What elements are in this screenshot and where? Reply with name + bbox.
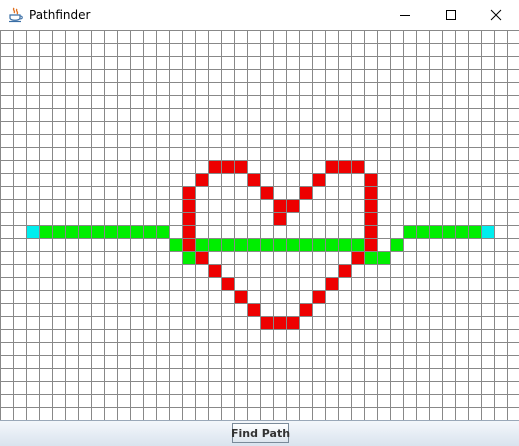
find-path-button[interactable]: Find Path — [231, 423, 290, 443]
path-cell[interactable] — [416, 225, 429, 238]
path-cell[interactable] — [65, 225, 78, 238]
wall-cell[interactable] — [221, 160, 234, 173]
close-button[interactable] — [473, 0, 519, 30]
wall-cell[interactable] — [182, 225, 195, 238]
wall-cell[interactable] — [208, 264, 221, 277]
path-cell[interactable] — [156, 225, 169, 238]
path-cell[interactable] — [377, 251, 390, 264]
path-cell[interactable] — [286, 238, 299, 251]
wall-cell[interactable] — [299, 303, 312, 316]
wall-cell[interactable] — [364, 173, 377, 186]
wall-cell[interactable] — [195, 251, 208, 264]
wall-cell[interactable] — [182, 199, 195, 212]
path-cell[interactable] — [390, 238, 403, 251]
path-cell[interactable] — [247, 238, 260, 251]
java-cup-icon — [8, 7, 23, 23]
wall-cell[interactable] — [286, 316, 299, 329]
path-cell[interactable] — [403, 225, 416, 238]
minimize-button[interactable] — [382, 0, 428, 30]
path-cell[interactable] — [52, 225, 65, 238]
wall-cell[interactable] — [325, 160, 338, 173]
path-cell[interactable] — [234, 238, 247, 251]
path-cell[interactable] — [117, 225, 130, 238]
wall-cell[interactable] — [351, 251, 364, 264]
path-cell[interactable] — [195, 238, 208, 251]
grid-canvas[interactable] — [0, 30, 519, 420]
path-cell[interactable] — [130, 225, 143, 238]
wall-cell[interactable] — [351, 160, 364, 173]
wall-cell[interactable] — [273, 316, 286, 329]
wall-cell[interactable] — [364, 186, 377, 199]
path-cell[interactable] — [104, 225, 117, 238]
wall-cell[interactable] — [234, 290, 247, 303]
wall-cell[interactable] — [312, 173, 325, 186]
path-cell[interactable] — [312, 238, 325, 251]
endpoint-cell[interactable] — [26, 225, 39, 238]
window-title: Pathfinder — [29, 8, 91, 22]
path-cell[interactable] — [442, 225, 455, 238]
wall-cell[interactable] — [338, 160, 351, 173]
path-cell[interactable] — [299, 238, 312, 251]
path-cell[interactable] — [468, 225, 481, 238]
path-cell[interactable] — [364, 251, 377, 264]
wall-cell[interactable] — [299, 186, 312, 199]
path-cell[interactable] — [91, 225, 104, 238]
path-cell[interactable] — [169, 238, 182, 251]
close-icon — [490, 9, 502, 21]
path-cell[interactable] — [351, 238, 364, 251]
wall-cell[interactable] — [364, 238, 377, 251]
wall-cell[interactable] — [234, 160, 247, 173]
wall-cell[interactable] — [182, 238, 195, 251]
path-cell[interactable] — [78, 225, 91, 238]
maximize-button[interactable] — [428, 0, 474, 30]
pathfinding-grid[interactable] — [0, 30, 519, 420]
wall-cell[interactable] — [182, 212, 195, 225]
maximize-icon — [446, 10, 456, 20]
wall-cell[interactable] — [338, 264, 351, 277]
minimize-icon — [400, 15, 410, 16]
wall-cell[interactable] — [260, 316, 273, 329]
path-cell[interactable] — [260, 238, 273, 251]
pathfinder-window: Pathfinder Find Path — [0, 0, 519, 446]
wall-cell[interactable] — [260, 186, 273, 199]
title-bar[interactable]: Pathfinder — [0, 0, 519, 30]
wall-cell[interactable] — [273, 199, 286, 212]
path-cell[interactable] — [429, 225, 442, 238]
endpoint-cell[interactable] — [481, 225, 494, 238]
wall-cell[interactable] — [221, 277, 234, 290]
path-cell[interactable] — [208, 238, 221, 251]
path-cell[interactable] — [455, 225, 468, 238]
path-cell[interactable] — [182, 251, 195, 264]
wall-cell[interactable] — [182, 186, 195, 199]
wall-cell[interactable] — [325, 277, 338, 290]
path-cell[interactable] — [39, 225, 52, 238]
wall-cell[interactable] — [247, 173, 260, 186]
wall-cell[interactable] — [286, 199, 299, 212]
path-cell[interactable] — [143, 225, 156, 238]
wall-cell[interactable] — [364, 225, 377, 238]
wall-cell[interactable] — [364, 199, 377, 212]
path-cell[interactable] — [338, 238, 351, 251]
path-cell[interactable] — [325, 238, 338, 251]
wall-cell[interactable] — [208, 160, 221, 173]
wall-cell[interactable] — [364, 212, 377, 225]
wall-cell[interactable] — [312, 290, 325, 303]
path-cell[interactable] — [273, 238, 286, 251]
wall-cell[interactable] — [247, 303, 260, 316]
path-cell[interactable] — [221, 238, 234, 251]
wall-cell[interactable] — [195, 173, 208, 186]
wall-cell[interactable] — [273, 212, 286, 225]
